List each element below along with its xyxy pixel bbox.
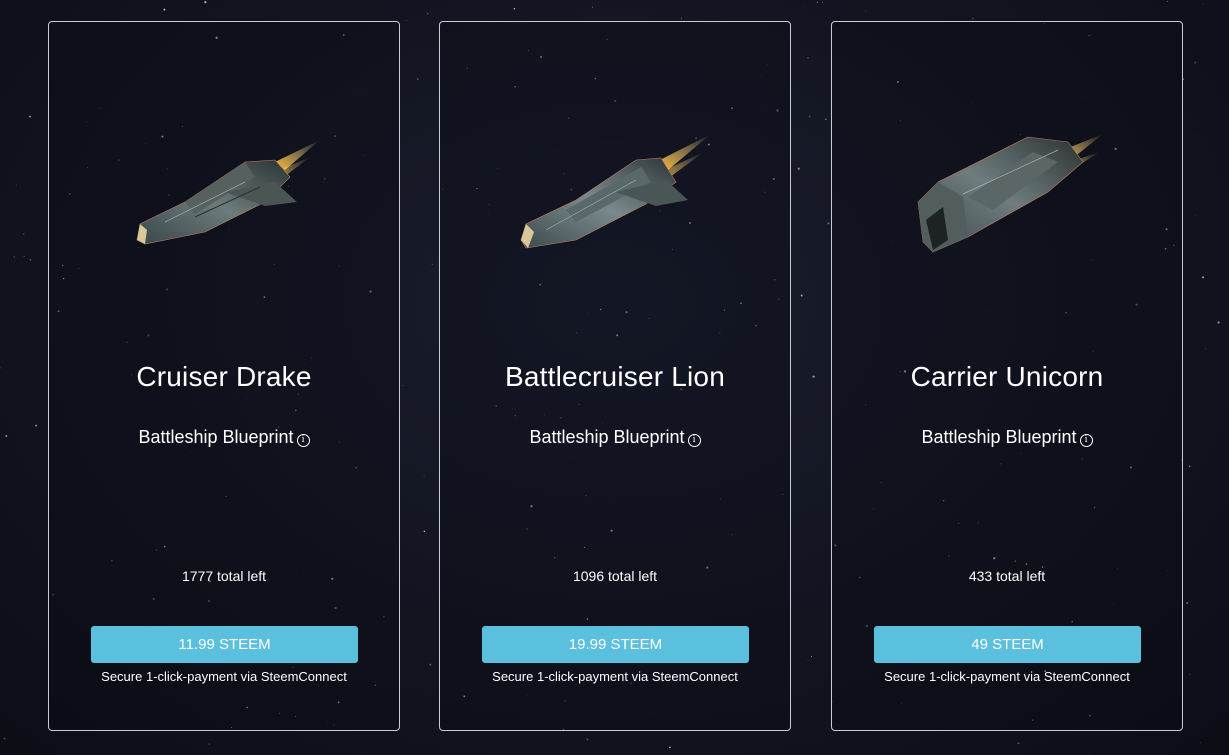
star bbox=[808, 115, 811, 118]
star bbox=[592, 6, 594, 8]
star bbox=[5, 435, 8, 437]
payment-note: Secure 1-click-payment via SteemConnect bbox=[884, 669, 1130, 684]
star bbox=[208, 743, 211, 745]
star bbox=[1194, 215, 1196, 217]
star bbox=[816, 1, 819, 4]
star bbox=[1166, 0, 1169, 2]
buy-battlecruiser-lion-button[interactable]: 19.99 STEEM bbox=[482, 626, 749, 663]
star bbox=[827, 222, 830, 225]
info-icon[interactable]: i bbox=[1079, 434, 1093, 447]
star bbox=[807, 659, 809, 661]
star bbox=[204, 1, 207, 4]
star bbox=[13, 255, 16, 258]
product-type-label: Battleship Blueprint bbox=[138, 427, 294, 447]
star bbox=[812, 375, 815, 378]
product-type: Battleship Blueprint i bbox=[832, 427, 1182, 448]
star bbox=[680, 17, 683, 19]
star bbox=[800, 294, 803, 297]
star bbox=[23, 256, 25, 258]
product-card-cruiser-drake: Cruiser Drake Battleship Blueprint i 1777… bbox=[48, 21, 400, 731]
star bbox=[810, 655, 813, 658]
carrier-unicorn-ship-image bbox=[908, 122, 1108, 272]
star bbox=[3, 737, 6, 740]
star bbox=[431, 263, 433, 265]
product-type-label: Battleship Blueprint bbox=[921, 427, 1077, 447]
buy-cruiser-drake-button[interactable]: 11.99 STEEM bbox=[91, 626, 358, 663]
star bbox=[825, 118, 827, 121]
star bbox=[416, 78, 419, 81]
info-icon[interactable]: i bbox=[687, 434, 701, 447]
star bbox=[1205, 348, 1207, 350]
star bbox=[1197, 133, 1199, 135]
star bbox=[427, 13, 429, 15]
star bbox=[29, 258, 32, 261]
star bbox=[972, 17, 974, 20]
product-type-label: Battleship Blueprint bbox=[529, 427, 685, 447]
star bbox=[1202, 276, 1205, 279]
product-type: Battleship Blueprint i bbox=[49, 427, 399, 448]
stock-remaining: 1096 total left bbox=[572, 568, 658, 584]
product-type: Battleship Blueprint i bbox=[440, 427, 790, 448]
star bbox=[29, 115, 31, 118]
star bbox=[405, 20, 407, 22]
buy-carrier-unicorn-button[interactable]: 49 STEEM bbox=[874, 626, 1141, 663]
star bbox=[429, 663, 432, 666]
star bbox=[423, 530, 426, 533]
star bbox=[0, 367, 1, 369]
star bbox=[1217, 321, 1220, 324]
product-card-carrier-unicorn: Carrier Unicorn Battleship Blueprint i 43… bbox=[831, 21, 1183, 731]
star bbox=[22, 233, 25, 235]
star bbox=[1188, 465, 1191, 468]
star bbox=[865, 10, 867, 12]
star bbox=[803, 5, 805, 7]
payment-note: Secure 1-click-payment via SteemConnect bbox=[101, 669, 347, 684]
star bbox=[669, 746, 671, 749]
star bbox=[163, 8, 166, 11]
stock-remaining: 433 total left bbox=[968, 568, 1046, 584]
product-title: Cruiser Drake bbox=[136, 361, 312, 392]
star bbox=[797, 167, 800, 170]
star bbox=[513, 7, 516, 10]
star bbox=[1202, 3, 1204, 5]
star bbox=[1200, 742, 1202, 744]
star bbox=[35, 424, 38, 427]
cruiser-drake-ship-image bbox=[125, 122, 325, 272]
product-title: Battlecruiser Lion bbox=[505, 361, 725, 392]
star bbox=[16, 184, 17, 186]
star bbox=[402, 384, 404, 386]
star bbox=[423, 475, 425, 477]
star bbox=[1194, 61, 1197, 64]
star bbox=[1186, 601, 1189, 605]
product-card-battlecruiser-lion: Battlecruiser Lion Battleship Blueprint i… bbox=[439, 21, 791, 731]
star bbox=[807, 57, 809, 59]
star bbox=[1017, 742, 1020, 745]
payment-note: Secure 1-click-payment via SteemConnect bbox=[492, 669, 738, 684]
stock-remaining: 1777 total left bbox=[181, 568, 267, 584]
info-icon[interactable]: i bbox=[296, 434, 310, 447]
battlecruiser-lion-ship-image bbox=[516, 122, 716, 272]
star bbox=[361, 753, 363, 755]
star bbox=[1189, 674, 1191, 676]
star bbox=[586, 738, 589, 741]
product-title: Carrier Unicorn bbox=[910, 361, 1104, 392]
star bbox=[821, 1, 823, 3]
